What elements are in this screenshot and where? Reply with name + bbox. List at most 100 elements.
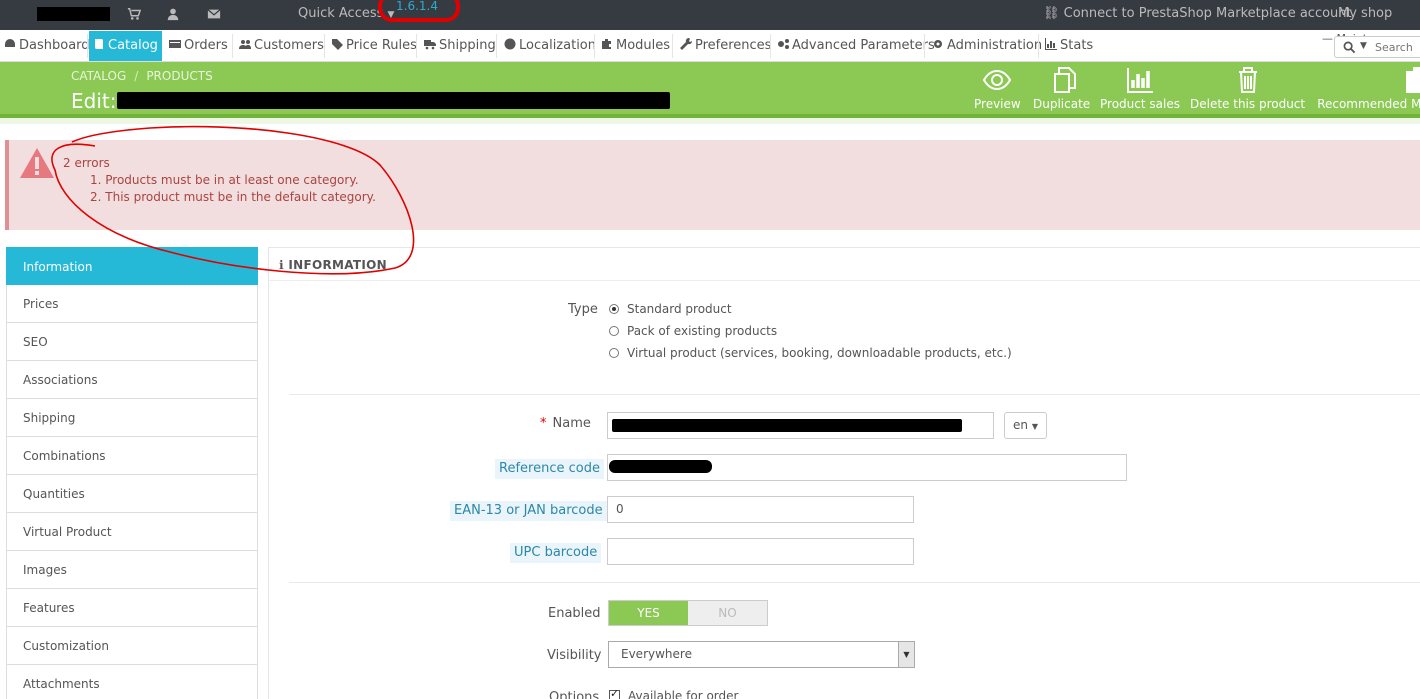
redacted-reference-value	[609, 460, 712, 473]
header-shadow	[0, 118, 1420, 124]
form-divider	[289, 582, 1420, 583]
nav-item-shipping[interactable]: Shipping	[420, 31, 500, 61]
tab-attachments[interactable]: Attachments	[6, 665, 258, 699]
panel-heading: ℹ INFORMATION	[269, 248, 1420, 281]
chain-link-icon: ⛓	[1043, 6, 1064, 21]
type-standard-radio[interactable]: Standard product	[609, 302, 732, 316]
search-icon[interactable]	[1343, 41, 1356, 54]
tab-combinations[interactable]: Combinations	[6, 437, 258, 475]
cart-icon[interactable]	[127, 7, 141, 21]
type-pack-radio[interactable]: Pack of existing products	[609, 324, 777, 338]
preview-label: Preview	[974, 97, 1021, 111]
error-item: 2. This product must be in the default c…	[90, 190, 376, 204]
ean-label: EAN-13 or JAN barcode	[450, 501, 607, 521]
type-virtual-radio[interactable]: Virtual product (services, booking, down…	[609, 346, 1012, 360]
visibility-select[interactable]: Everywhere ▼	[608, 641, 915, 668]
gear-icon	[934, 40, 942, 48]
upc-input[interactable]	[607, 538, 914, 565]
redacted-name-value	[612, 419, 962, 432]
nav-divider	[87, 34, 88, 58]
tab-features[interactable]: Features	[6, 589, 258, 627]
nav-item-advanced-parameters[interactable]: Advanced Parameters	[773, 31, 939, 61]
breadcrumb-item[interactable]: PRODUCTS	[146, 69, 212, 83]
tab-virtual-product[interactable]: Virtual Product	[6, 513, 258, 551]
book-icon	[95, 39, 103, 49]
toggle-no[interactable]: NO	[688, 601, 767, 625]
nav-item-preferences[interactable]: Preferences	[676, 31, 775, 61]
tab-seo[interactable]: SEO	[6, 323, 258, 361]
page-header: CATALOG / PRODUCTS Edit: Preview Duplicate…	[0, 62, 1420, 118]
page-title: Edit:	[71, 89, 117, 113]
trash-icon	[1238, 67, 1257, 93]
available-for-order-checkbox[interactable]: Available for order	[609, 687, 738, 699]
nav-item-label: Customers	[254, 38, 324, 53]
user-icon[interactable]	[166, 7, 180, 21]
redacted-product-name	[117, 92, 670, 109]
radio-selected-icon	[609, 304, 619, 314]
delete-product-button[interactable]: Delete this product	[1190, 66, 1305, 111]
delete-product-label: Delete this product	[1190, 97, 1306, 111]
tab-images[interactable]: Images	[6, 551, 258, 589]
product-sales-button[interactable]: Product sales	[1100, 66, 1180, 111]
nav-divider	[324, 34, 325, 58]
nav-item-dashboard[interactable]: Dashboard	[0, 31, 94, 61]
nav-item-label: Stats	[1060, 38, 1094, 53]
bar-chart-icon	[1045, 38, 1057, 50]
tab-quantities[interactable]: Quantities	[6, 475, 258, 513]
nav-item-orders[interactable]: Orders	[165, 31, 232, 61]
quick-access-label: Quick Access	[298, 6, 384, 21]
nav-item-localization[interactable]: Localization	[500, 31, 600, 61]
copy-icon	[1053, 67, 1076, 93]
toggle-yes[interactable]: YES	[609, 601, 688, 625]
nav-item-modules[interactable]: Modules	[597, 31, 674, 61]
puzzle-icon	[602, 39, 611, 49]
nav-item-label: Orders	[184, 38, 228, 53]
recommended-modules-label: Recommended Mo	[1317, 97, 1420, 111]
tab-shipping[interactable]: Shipping	[6, 399, 258, 437]
ean-input[interactable]: 0	[607, 496, 914, 523]
envelope-icon[interactable]	[207, 7, 221, 21]
marketplace-connect-link[interactable]: ⛓ Connect to PrestaShop Marketplace acco…	[1043, 6, 1352, 21]
tab-prices[interactable]: Prices	[6, 285, 258, 323]
error-list: 1. Products must be in at least one cate…	[90, 173, 376, 207]
nav-divider	[1038, 34, 1039, 58]
wrench-icon	[680, 37, 693, 50]
recommended-modules-button[interactable]: Recommended Mo	[1312, 66, 1420, 111]
search-input[interactable]	[1375, 39, 1420, 55]
dashboard-icon	[5, 39, 15, 47]
nav-item-price-rules[interactable]: Price Rules	[327, 31, 421, 61]
nav-item-customers[interactable]: Customers	[235, 31, 328, 61]
preview-button[interactable]: Preview	[974, 66, 1021, 111]
nav-divider	[924, 34, 925, 58]
nav-item-label: Catalog	[108, 38, 158, 53]
radio-icon	[609, 326, 619, 336]
tab-information[interactable]: Information	[6, 247, 258, 285]
eye-icon	[983, 69, 1012, 91]
puzzle-icon	[1406, 67, 1420, 93]
nav-item-administration[interactable]: Administration	[928, 31, 1046, 61]
chevron-down-icon[interactable]: ▼	[1360, 41, 1367, 51]
nav-item-label: Dashboard	[19, 38, 90, 53]
error-alert: 2 errors 1. Products must be in at least…	[5, 140, 1420, 230]
enabled-toggle[interactable]: YES NO	[608, 600, 768, 626]
top-bar: Quick Access ▼ ⛓ Connect to PrestaShop M…	[0, 0, 1420, 30]
panel-title-text: INFORMATION	[288, 258, 387, 272]
nav-item-stats[interactable]: Stats	[1041, 31, 1097, 61]
nav-item-catalog[interactable]: Catalog	[89, 31, 162, 61]
tab-associations[interactable]: Associations	[6, 361, 258, 399]
name-label: * Name	[540, 416, 591, 431]
duplicate-button[interactable]: Duplicate	[1033, 66, 1090, 111]
nav-divider	[672, 34, 673, 58]
tab-customization[interactable]: Customization	[6, 627, 258, 665]
visibility-value: Everywhere	[621, 647, 692, 661]
language-dropdown[interactable]: en ▼	[1004, 412, 1047, 439]
options-label: Options	[549, 690, 600, 699]
warning-icon	[20, 148, 54, 178]
nav-divider	[232, 34, 233, 58]
admin-search[interactable]: ▼	[1334, 36, 1420, 58]
my-shop-link[interactable]: My shop	[1338, 6, 1392, 21]
chevron-down-icon[interactable]: ▼	[898, 642, 914, 667]
breadcrumb-item[interactable]: CATALOG	[71, 69, 126, 83]
error-count: 2 errors	[63, 156, 110, 170]
cogs-icon	[778, 39, 789, 49]
